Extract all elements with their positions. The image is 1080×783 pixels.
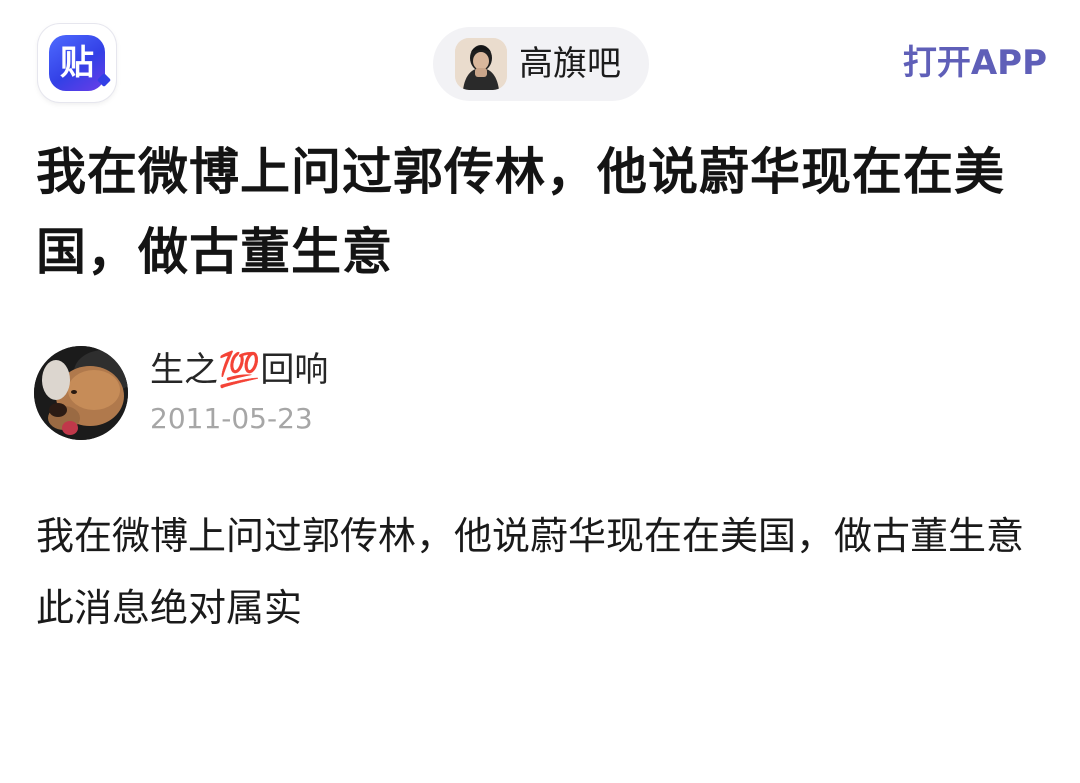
top-bar: 贴 高旗吧 打开APP: [0, 0, 1080, 130]
forum-avatar: [455, 38, 507, 90]
post-title: 我在微博上问过郭传林，他说蔚华现在在美国，做古董生意: [36, 143, 1005, 281]
avatar[interactable]: [34, 346, 128, 440]
forum-badge[interactable]: 高旗吧: [433, 27, 649, 101]
forum-avatar-image: [455, 38, 507, 90]
dog-avatar-image: [34, 346, 128, 440]
post-paragraph-1: 我在微博上问过郭传林，他说蔚华现在在美国，做古董生意: [36, 514, 1025, 558]
open-app-button[interactable]: 打开APP: [903, 46, 1047, 80]
forum-name: 高旗吧: [519, 44, 621, 84]
author-name[interactable]: 生之💯回响: [150, 350, 328, 390]
logo-badge: 贴: [49, 35, 105, 91]
logo-glyph: 贴: [60, 43, 94, 83]
app-logo-icon[interactable]: 贴: [38, 24, 116, 102]
post-paragraph-2: 此消息绝对属实: [36, 586, 303, 630]
post-date: 2011-05-23: [150, 402, 313, 435]
post-body: 我在微博上问过郭传林，他说蔚华现在在美国，做古董生意 此消息绝对属实: [36, 500, 1048, 644]
